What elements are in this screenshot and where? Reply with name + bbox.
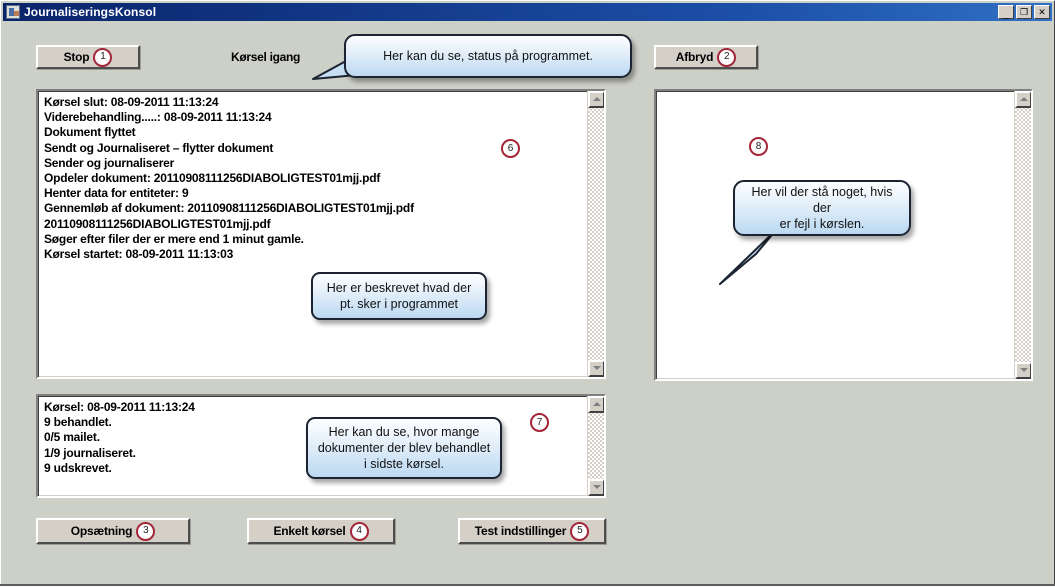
status-callout-text: Her kan du se, status på programmet. [383, 49, 593, 63]
maximize-button[interactable]: ❐ [1016, 5, 1032, 19]
error-panel-badge: 8 [749, 137, 768, 156]
test-settings-button-label: Test indstillinger [474, 524, 567, 538]
settings-button-label: Opsætning [70, 524, 133, 538]
summary-scroll-down-icon[interactable] [588, 479, 604, 496]
run-status-label: Kørsel igang [231, 50, 301, 64]
abort-button[interactable]: Afbryd 2 [654, 45, 758, 69]
close-icon: ✕ [1038, 7, 1046, 17]
summary-callout-bubble: Her kan du se, hvor mange dokumenter der … [306, 417, 502, 479]
stop-button-badge: 1 [93, 47, 113, 67]
summary-panel-badge: 7 [530, 413, 549, 432]
abort-button-label: Afbryd [675, 50, 714, 64]
title-bar: JournaliseringsKonsol _ ❐ ✕ [3, 3, 1052, 21]
settings-button[interactable]: Opsætning 3 [36, 518, 190, 544]
log-scroll-down-icon[interactable] [588, 360, 604, 377]
log-panel-scrollbar[interactable] [587, 91, 604, 377]
status-callout-bubble: Her kan du se, status på programmet. [344, 34, 632, 78]
summary-panel-scrollbar[interactable] [587, 396, 604, 496]
minimize-button[interactable]: _ [998, 5, 1014, 19]
log-panel-badge: 6 [501, 139, 520, 158]
error-panel-scrollbar[interactable] [1014, 91, 1031, 379]
error-scroll-down-icon[interactable] [1015, 362, 1031, 379]
error-scroll-up-icon[interactable] [1015, 91, 1031, 108]
maximize-icon: ❐ [1019, 7, 1029, 17]
abort-button-badge: 2 [717, 47, 737, 67]
single-run-button[interactable]: Enkelt kørsel 4 [247, 518, 395, 544]
app-window-icon [6, 5, 20, 19]
stop-button[interactable]: Stop 1 [36, 45, 140, 69]
close-button[interactable]: ✕ [1034, 5, 1050, 19]
window-bottom-edge [0, 584, 1055, 588]
log-callout-bubble: Her er beskrevet hvad der pt. sker i prog… [311, 272, 487, 320]
summary-text-content: Kørsel: 08-09-2011 11:13:24 9 behandlet.… [44, 400, 195, 475]
single-run-button-label: Enkelt kørsel [273, 524, 346, 538]
log-text-content: Kørsel slut: 08-09-2011 11:13:24 Videreb… [44, 95, 414, 262]
error-callout-bubble: Her vil der stå noget, hvis der er fejl i… [733, 180, 911, 236]
client-area: Stop 1 Afbryd 2 Kørsel igang Her kan du … [3, 23, 1052, 585]
summary-scroll-up-icon[interactable] [588, 396, 604, 413]
settings-button-badge: 3 [136, 521, 156, 541]
minimize-icon: _ [1003, 9, 1009, 19]
window-title: JournaliseringsKonsol [24, 5, 157, 19]
error-callout-text: Her vil der stå noget, hvis der er fejl i… [751, 185, 893, 231]
log-scroll-up-icon[interactable] [588, 91, 604, 108]
summary-callout-text: Her kan du se, hvor mange dokumenter der … [317, 425, 491, 471]
application-window: JournaliseringsKonsol _ ❐ ✕ Stop 1 Afbry… [0, 0, 1055, 588]
test-settings-button-badge: 5 [570, 521, 590, 541]
stop-button-label: Stop [63, 50, 90, 64]
single-run-button-badge: 4 [349, 521, 369, 541]
test-settings-button[interactable]: Test indstillinger 5 [458, 518, 606, 544]
log-text-panel[interactable]: Kørsel slut: 08-09-2011 11:13:24 Videreb… [36, 89, 606, 379]
log-callout-text: Her er beskrevet hvad der pt. sker i prog… [326, 281, 472, 311]
